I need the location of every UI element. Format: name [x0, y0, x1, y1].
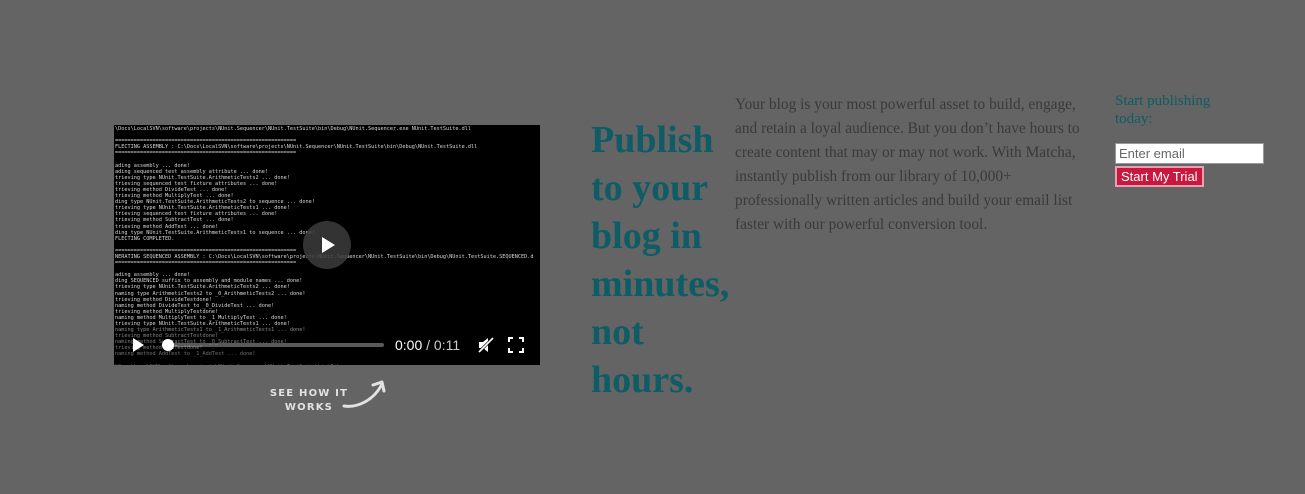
big-play-button[interactable]	[303, 221, 351, 269]
hero-headline: Publish to your blog in minutes, not hou…	[591, 119, 730, 401]
progress-bar[interactable]	[162, 339, 384, 351]
play-icon	[133, 338, 144, 352]
fullscreen-icon	[508, 337, 524, 353]
time-separator: /	[426, 337, 431, 353]
video-player[interactable]: \Docs\LocalSVN\software\projects\NUnit.S…	[114, 125, 540, 365]
current-time: 0:00	[395, 337, 423, 353]
duration: 0:11	[433, 337, 461, 353]
mute-button[interactable]	[477, 336, 495, 359]
signup-title: Start publishing today:	[1115, 93, 1211, 127]
time-display: 0:00 / 0:11	[395, 337, 460, 353]
muted-speaker-icon	[477, 336, 495, 354]
video-controls: 0:00 / 0:11	[114, 325, 540, 365]
fullscreen-button[interactable]	[508, 337, 524, 358]
hero-description: Your blog is your most powerful asset to…	[735, 96, 1080, 233]
curved-arrow-icon	[342, 380, 386, 408]
play-button[interactable]	[130, 337, 146, 358]
progress-handle[interactable]	[162, 339, 174, 351]
play-icon	[322, 237, 335, 253]
email-field[interactable]	[1115, 143, 1264, 164]
start-trial-button[interactable]: Start My Trial	[1115, 166, 1204, 187]
